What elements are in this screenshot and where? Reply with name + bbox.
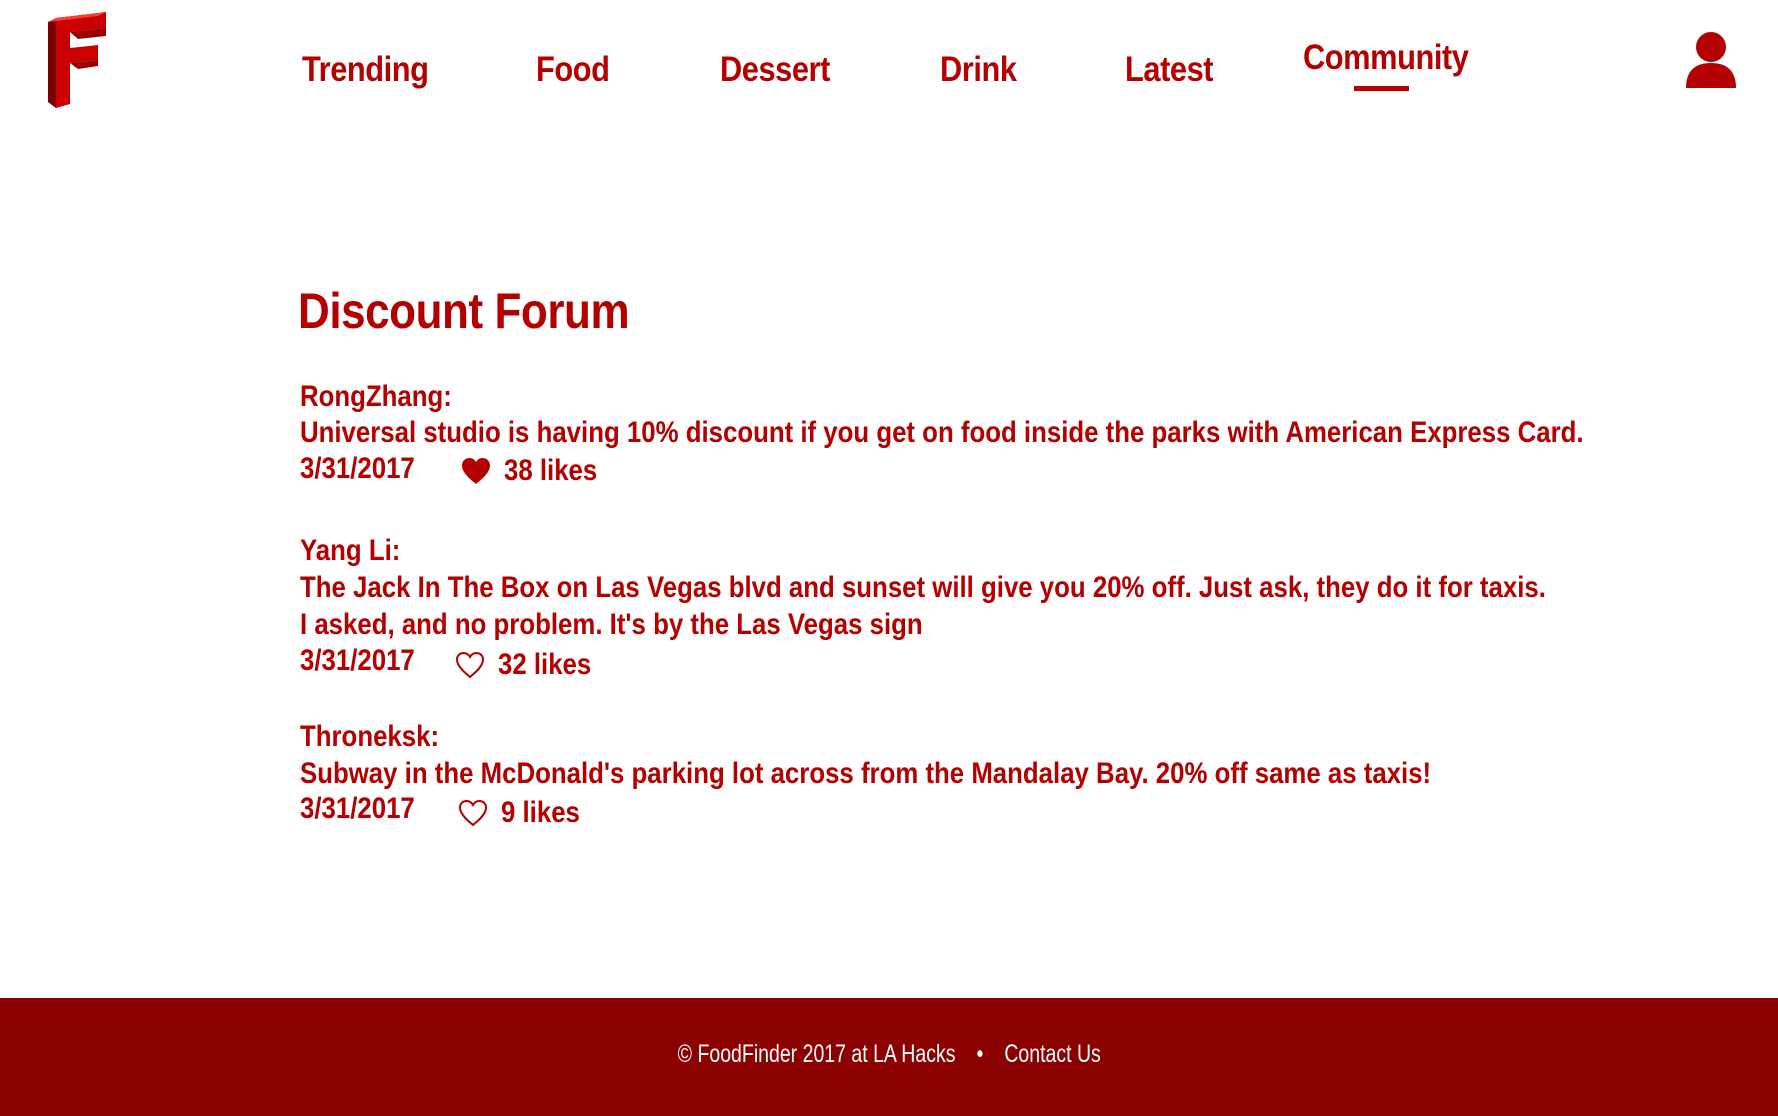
post-likes: 38 likes (460, 453, 612, 489)
footer-content: © FoodFinder 2017 at LA Hacks • Contact … (0, 1040, 1778, 1069)
page-title: Discount Forum (298, 283, 630, 339)
post-author: Throneksk: (300, 720, 440, 753)
post-text: Universal studio is having 10% discount … (300, 416, 1584, 449)
likes-count: 32 likes (498, 648, 592, 681)
post-date: 3/31/2017 (300, 644, 415, 677)
likes-count: 9 likes (501, 796, 580, 829)
post-date: 3/31/2017 (300, 452, 415, 485)
post-author: Yang Li: (300, 534, 401, 567)
footer-separator: • (976, 1040, 984, 1068)
footer: © FoodFinder 2017 at LA Hacks • Contact … (0, 998, 1778, 1116)
active-nav-underline (1354, 86, 1409, 91)
nav-trending[interactable]: Trending (302, 50, 429, 90)
page: Trending Food Dessert Drink Latest Commu… (0, 0, 1778, 1116)
nav-food[interactable]: Food (536, 50, 610, 90)
user-icon[interactable] (1686, 32, 1736, 88)
post-text: I asked, and no problem. It's by the Las… (300, 608, 923, 641)
nav-dessert[interactable]: Dessert (720, 50, 830, 90)
nav-latest[interactable]: Latest (1125, 50, 1214, 90)
post-author: RongZhang: (300, 380, 452, 413)
post-text: Subway in the McDonald's parking lot acr… (300, 757, 1432, 790)
heart-filled-icon[interactable] (460, 456, 492, 486)
footer-copyright: © FoodFinder 2017 at LA Hacks (677, 1040, 956, 1068)
post-date: 3/31/2017 (300, 792, 415, 825)
post-likes: 9 likes (457, 795, 593, 831)
foodfinder-logo[interactable] (48, 12, 110, 108)
nav-community[interactable]: Community (1303, 38, 1469, 78)
heart-outline-icon[interactable] (454, 650, 486, 680)
heart-outline-icon[interactable] (457, 798, 489, 828)
post-text: The Jack In The Box on Las Vegas blvd an… (300, 571, 1546, 604)
likes-count: 38 likes (504, 454, 598, 487)
post-likes: 32 likes (454, 647, 606, 683)
nav-drink[interactable]: Drink (940, 50, 1017, 90)
contact-us-link[interactable]: Contact Us (1004, 1040, 1100, 1068)
